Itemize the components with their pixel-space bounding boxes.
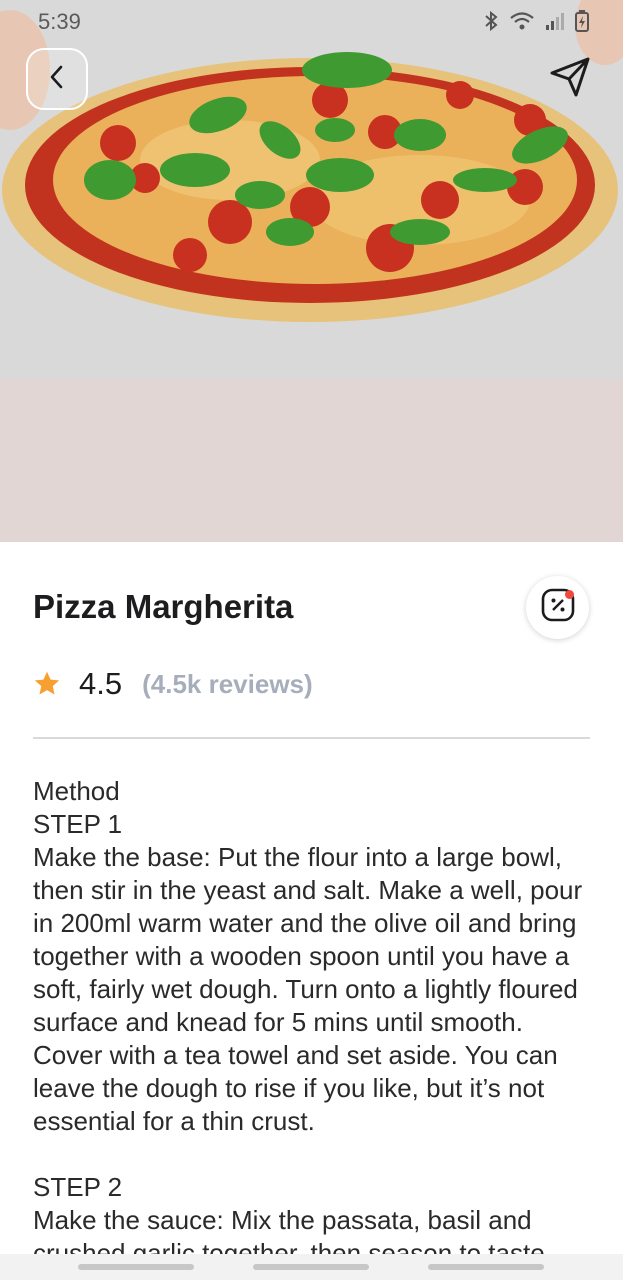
rating-value: 4.5 <box>79 666 123 701</box>
bluetooth-icon <box>483 10 499 37</box>
reviews-count[interactable]: (4.5k reviews) <box>142 669 313 700</box>
discount-button[interactable] <box>526 576 589 639</box>
recipe-hero-image <box>0 0 623 542</box>
wifi-icon <box>509 11 535 36</box>
back-button[interactable] <box>26 48 88 110</box>
notification-dot <box>565 590 574 599</box>
rating-row: 4.5 (4.5k reviews) <box>33 664 313 704</box>
nav-pill-right[interactable] <box>428 1264 544 1270</box>
method-section: Method STEP 1 Make the base: Put the flo… <box>33 775 593 1270</box>
battery-charging-icon <box>575 10 589 37</box>
method-heading: Method <box>33 776 120 806</box>
star-icon <box>33 670 61 698</box>
signal-icon <box>545 11 565 36</box>
status-bar: 5:39 <box>0 0 623 44</box>
status-time: 5:39 <box>38 9 81 34</box>
share-button[interactable] <box>546 55 594 103</box>
send-icon <box>548 55 592 104</box>
divider <box>33 737 590 739</box>
nav-pill-center[interactable] <box>253 1264 369 1270</box>
pizza-illustration <box>0 0 623 542</box>
nav-pill-left[interactable] <box>78 1264 194 1270</box>
status-icons <box>483 10 589 37</box>
chevron-left-icon <box>46 64 68 95</box>
step-1-label: STEP 1 <box>33 809 123 839</box>
step-2-label: STEP 2 <box>33 1172 123 1202</box>
recipe-title: Pizza Margherita <box>33 588 294 625</box>
step-1-text: Make the base: Put the flour into a larg… <box>33 842 583 1136</box>
system-nav-bar <box>0 1254 623 1280</box>
